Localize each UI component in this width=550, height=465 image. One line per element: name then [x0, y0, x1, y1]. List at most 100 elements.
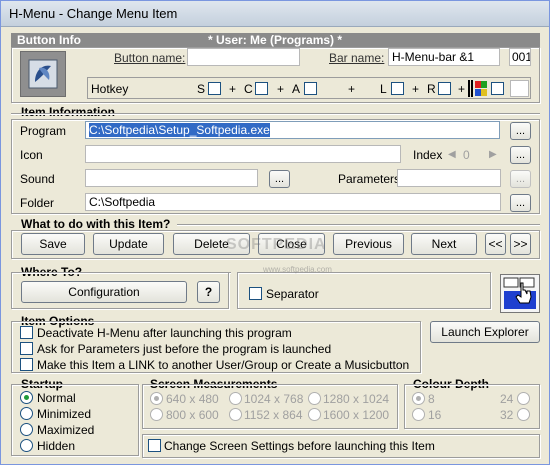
depth-24-radio[interactable]	[517, 392, 530, 405]
depth-32-label: 32	[500, 408, 514, 422]
index-value[interactable]: 0	[463, 148, 470, 162]
colour-depth-frame	[404, 384, 540, 429]
deactivate-checkbox[interactable]	[20, 326, 33, 339]
bar-number-input[interactable]: 001	[509, 48, 531, 66]
bar-name-input[interactable]: H-Menu-bar &1	[388, 48, 500, 66]
watermark-url: www.softpedia.com	[263, 265, 332, 274]
button-icon-preview[interactable]	[20, 51, 66, 97]
last-button[interactable]: >>	[510, 233, 531, 255]
folder-browse-button[interactable]: ...	[510, 194, 531, 212]
startup-normal-label: Normal	[37, 391, 76, 405]
program-input[interactable]: C:\Softpedia\Setup_Softpedia.exe	[85, 121, 500, 139]
item-information-divider	[11, 113, 540, 115]
plus-sign: +	[277, 82, 285, 96]
index-label: Index	[413, 148, 443, 162]
folder-label: Folder	[20, 196, 55, 210]
sound-label: Sound	[20, 172, 55, 186]
actions-divider	[177, 224, 540, 226]
ask-parameters-checkbox[interactable]	[20, 342, 33, 355]
res-1024-label: 1024 x 768	[244, 392, 304, 406]
folder-input[interactable]: C:\Softpedia	[85, 193, 501, 211]
plus-sign: +	[412, 82, 420, 96]
drag-target-icon[interactable]	[500, 274, 540, 313]
plus-sign: +	[229, 82, 237, 96]
hotkey-ctrl-checkbox[interactable]	[255, 82, 268, 95]
user-header: * User: Me (Programs) *	[208, 33, 343, 47]
res-1280-label: 1280 x 1024	[323, 392, 390, 406]
parameters-input[interactable]	[397, 169, 501, 187]
icon-input[interactable]	[85, 145, 401, 163]
hotkey-alt-checkbox[interactable]	[304, 82, 317, 95]
configuration-button[interactable]: Configuration	[21, 281, 187, 303]
plus-sign: +	[348, 82, 356, 96]
separator-label: Separator	[266, 287, 319, 301]
startup-normal-radio[interactable]	[20, 391, 33, 404]
program-label: Program	[20, 124, 67, 138]
program-browse-button[interactable]: ...	[510, 122, 531, 140]
res-1152-label: 1152 x 864	[244, 408, 303, 422]
depth-24-label: 24	[500, 392, 514, 406]
res-1600-label: 1600 x 1200	[323, 408, 390, 422]
change-screen-settings-label: Change Screen Settings before launching …	[164, 439, 435, 453]
index-increment-icon[interactable]: ▶	[489, 148, 497, 162]
screen-measurements-frame	[142, 384, 398, 429]
make-link-checkbox[interactable]	[20, 358, 33, 371]
first-button[interactable]: <<	[485, 233, 506, 255]
softpedia-logo-icon	[28, 59, 58, 89]
windows-key-icon	[468, 80, 488, 97]
title-bar[interactable]: H-Menu - Change Menu Item	[1, 1, 549, 27]
actions-header: What to do with this Item?	[21, 217, 171, 231]
update-button[interactable]: Update	[93, 233, 164, 255]
res-1600-radio[interactable]	[308, 408, 321, 421]
startup-minimized-radio[interactable]	[20, 407, 33, 420]
make-link-label: Make this Item a LINK to another User/Gr…	[37, 358, 410, 372]
plus-sign: +	[458, 82, 466, 96]
button-name-label: Button name:	[114, 51, 186, 65]
button-name-input[interactable]	[187, 48, 300, 66]
bar-name-label: Bar name:	[329, 51, 385, 65]
index-decrement-icon[interactable]: ◀	[448, 148, 456, 162]
button-info-header: Button Info	[17, 33, 81, 47]
hotkey-alt-label: A	[292, 82, 301, 96]
change-menu-item-window: H-Menu - Change Menu Item Button Info * …	[0, 0, 550, 465]
startup-maximized-label: Maximized	[37, 423, 95, 437]
depth-32-radio[interactable]	[517, 408, 530, 421]
next-button[interactable]: Next	[411, 233, 477, 255]
depth-16-radio[interactable]	[412, 408, 425, 421]
help-button[interactable]: ?	[197, 281, 220, 303]
hotkey-left-checkbox[interactable]	[391, 82, 404, 95]
depth-8-radio[interactable]	[412, 392, 425, 405]
previous-button[interactable]: Previous	[333, 233, 404, 255]
save-button[interactable]: Save	[21, 233, 85, 255]
hotkey-shift-checkbox[interactable]	[208, 82, 221, 95]
res-1024-radio[interactable]	[229, 392, 242, 405]
depth-16-label: 16	[428, 408, 442, 422]
hotkey-label: Hotkey	[91, 82, 129, 96]
startup-minimized-label: Minimized	[37, 407, 92, 421]
change-screen-settings-checkbox[interactable]	[148, 439, 161, 452]
depth-8-label: 8	[428, 392, 435, 406]
launch-explorer-button[interactable]: Launch Explorer	[430, 321, 540, 343]
sound-input[interactable]	[85, 169, 258, 187]
hotkey-right-label: R	[427, 82, 436, 96]
hotkey-left-label: L	[380, 82, 387, 96]
hotkey-ctrl-label: C	[244, 82, 253, 96]
startup-maximized-radio[interactable]	[20, 423, 33, 436]
res-800-radio[interactable]	[150, 408, 163, 421]
res-1152-radio[interactable]	[229, 408, 242, 421]
separator-checkbox[interactable]	[249, 287, 262, 300]
hotkey-key-input[interactable]	[510, 80, 529, 97]
res-640-radio[interactable]	[150, 392, 163, 405]
hotkey-right-checkbox[interactable]	[438, 82, 451, 95]
startup-hidden-radio[interactable]	[20, 439, 33, 452]
parameters-browse-button[interactable]: ...	[510, 170, 531, 188]
res-800-label: 800 x 600	[166, 408, 219, 422]
icon-browse-button[interactable]: ...	[510, 146, 531, 164]
hotkey-shift-label: S	[197, 82, 206, 96]
sound-browse-button[interactable]: ...	[269, 170, 290, 188]
res-640-label: 640 x 480	[166, 392, 219, 406]
parameters-label: Parameters	[338, 172, 401, 186]
hotkey-win-checkbox[interactable]	[491, 82, 504, 95]
window-title: H-Menu - Change Menu Item	[9, 6, 178, 21]
res-1280-radio[interactable]	[308, 392, 321, 405]
